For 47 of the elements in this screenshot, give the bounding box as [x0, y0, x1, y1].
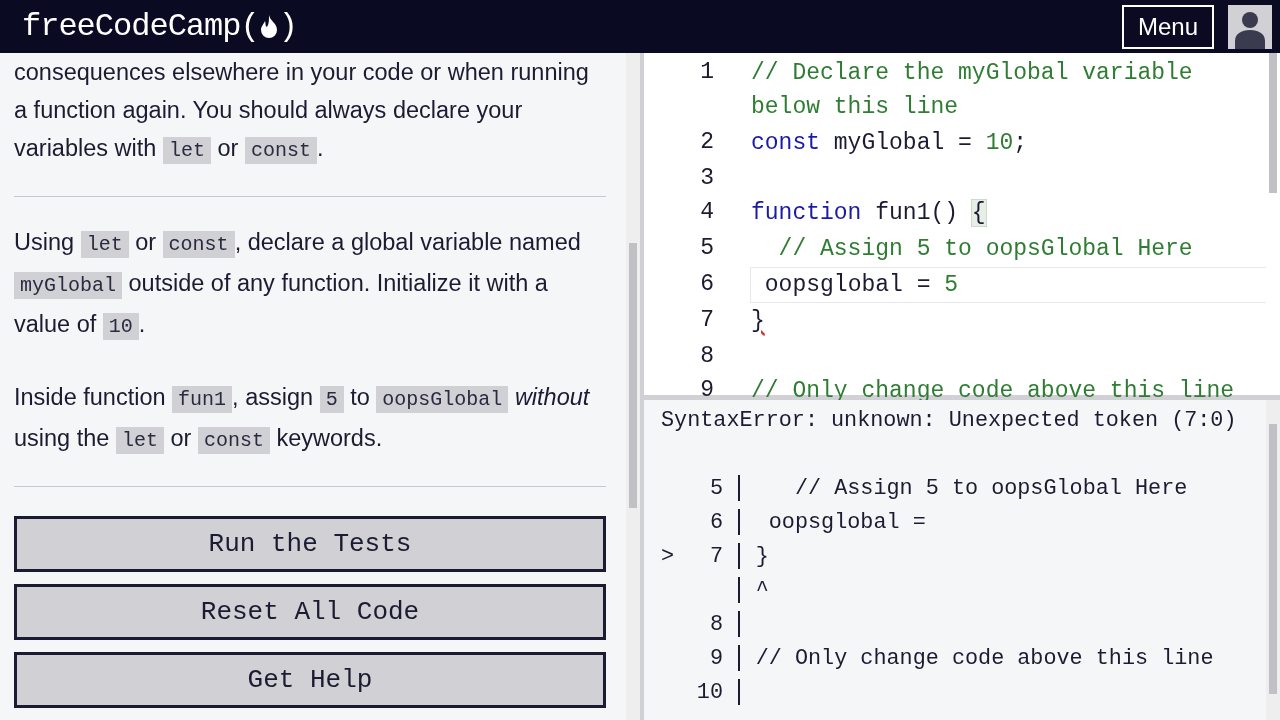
code-line: oopsglobal = 5	[750, 267, 1266, 303]
line-number: 8	[699, 342, 715, 371]
line-number: 6	[709, 510, 723, 535]
line-number: 7	[699, 306, 715, 335]
gutter-bar	[738, 679, 741, 706]
code-line: }	[755, 543, 769, 571]
line-number: 1	[699, 58, 715, 87]
line-number: 6	[699, 270, 715, 299]
scrollbar[interactable]	[626, 53, 640, 720]
instruction-paragraph: Using let or const , declare a global variable named myGlobal outside of any function. Initialize it with a value of 10 .	[14, 228, 582, 342]
pointer-marker: >	[661, 544, 675, 569]
line-number: 9	[709, 646, 723, 671]
avatar-icon[interactable]	[1228, 4, 1272, 49]
logo[interactable]: freeCodeCamp( )	[22, 8, 297, 45]
gutter-bar	[738, 543, 741, 570]
code-line: // Declare the myGlobal variable below this line	[750, 59, 1194, 122]
code-line: // Only change code above this line	[755, 645, 1214, 673]
action-button[interactable]: Run the Tests	[14, 516, 606, 572]
line-number: 8	[709, 612, 723, 637]
code-line: // Assign 5 to oopsGlobal Here	[793, 475, 1188, 503]
error-message: SyntaxError: unknown: Unexpected token (7:0)	[661, 407, 1238, 435]
code-line: ^	[755, 577, 769, 605]
code-line: }	[750, 307, 766, 336]
code-line: const myGlobal = 10;	[750, 129, 1029, 158]
code-editor[interactable]: 1 // Declare the myGlobal variable below this line 2 const myGlobal = 10; 3 4 function fun1() { 5 // Assign 5 to oopsGlobal Here 6 oopsglobal = 5 7 } 8 9 // Only change code above this line	[644, 53, 1280, 400]
action-button[interactable]: Get Help	[14, 652, 606, 708]
line-number: 10	[696, 680, 723, 705]
gutter-bar	[738, 611, 741, 638]
line-number: 2	[699, 128, 715, 157]
gutter-bar	[738, 509, 741, 536]
line-number: 5	[699, 234, 715, 263]
line-number: 7	[709, 544, 723, 569]
code-line: function fun1() {	[750, 199, 987, 228]
action-button[interactable]: Reset All Code	[14, 584, 606, 640]
flame-icon	[258, 13, 279, 40]
line-number: 3	[699, 164, 715, 193]
line-number: 5	[709, 476, 723, 501]
scrollbar[interactable]	[1266, 400, 1280, 720]
gutter-bar	[738, 577, 741, 604]
instruction-paragraph: Inside function fun1 , assign 5 to oopsGlobal without using the let or const keywords.	[14, 383, 591, 456]
gutter-bar	[738, 645, 741, 672]
code-line: // Assign 5 to oopsGlobal Here	[777, 235, 1194, 264]
menu-button[interactable]: Menu	[1121, 4, 1214, 49]
gutter-bar	[738, 475, 741, 502]
instruction-paragraph: consequences elsewhere in your code or when running a function again. You should always declare your variables with let or const .	[14, 58, 590, 166]
code-line: oopsglobal =	[767, 509, 926, 537]
line-number: 4	[699, 198, 715, 227]
